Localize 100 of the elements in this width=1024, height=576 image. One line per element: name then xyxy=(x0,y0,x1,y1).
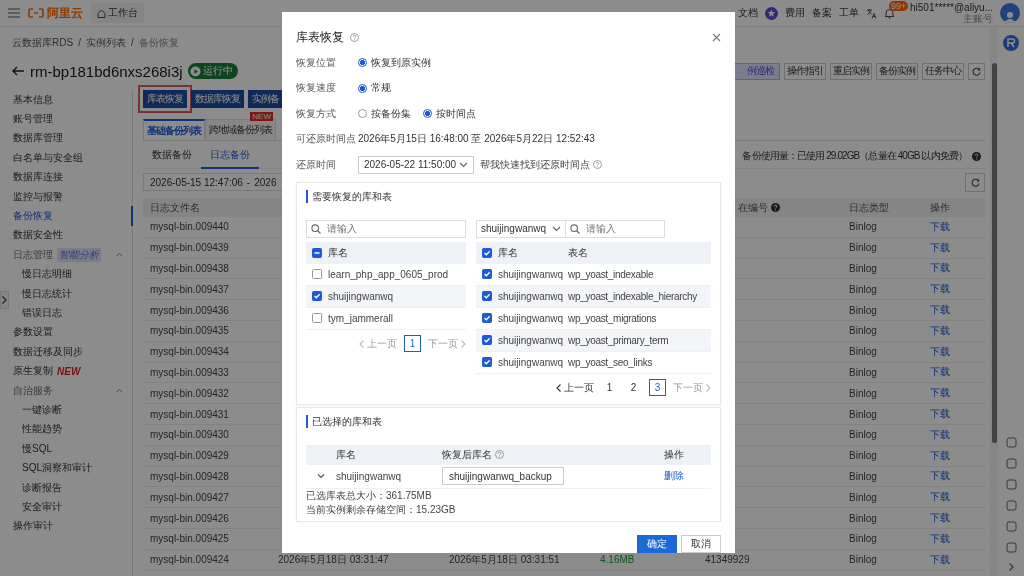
header-button[interactable]: 重启实例 xyxy=(830,62,872,80)
sub-tab[interactable]: 数据备份 xyxy=(143,143,201,169)
download-link[interactable]: 下载 xyxy=(923,341,985,363)
table-cell: Binlog xyxy=(842,217,923,238)
table-cell: mysql-bin.009437 xyxy=(143,279,271,301)
page-number[interactable]: 3 xyxy=(649,379,666,396)
sidebar-item[interactable]: 监控与报警 xyxy=(0,186,133,207)
column-header: 表名 xyxy=(568,245,588,260)
header-button[interactable]: 任务中心 xyxy=(922,62,964,80)
field-label: 恢复方式 xyxy=(296,106,337,121)
field-value: 2026年5月15日 16:48:00 至 2026年5月22日 12:52:43 xyxy=(358,132,595,147)
header-button[interactable]: 备份实例 xyxy=(876,62,918,80)
size-text: 已选库表总大小：361.75MB xyxy=(306,488,433,503)
nav-link[interactable]: 工单 xyxy=(839,6,859,20)
download-link[interactable]: 下载 xyxy=(923,404,985,425)
search-field[interactable]: 请输入 xyxy=(565,219,665,238)
sidebar-item[interactable]: SQL洞察和审计 xyxy=(0,458,133,478)
breadcrumb-link[interactable]: 实例列表 xyxy=(85,35,126,50)
confirm-button[interactable]: 确定 xyxy=(637,534,677,553)
column-header: 操作 xyxy=(664,447,685,462)
table-cell: Binlog xyxy=(842,508,923,529)
table-cell: mysql-bin.009426 xyxy=(143,508,271,529)
breadcrumb-separator: / xyxy=(78,37,81,48)
download-link[interactable]: 下载 xyxy=(923,383,985,405)
time-select[interactable]: 2026-05-22 11:50:00 xyxy=(358,155,474,174)
database-name: shuijingwanwq xyxy=(498,312,565,324)
breadcrumb-link[interactable]: 备份恢复 xyxy=(138,35,179,50)
sidebar-item[interactable]: 自治服务 xyxy=(0,380,133,401)
sidebar-item[interactable]: 参数设置 xyxy=(0,322,133,343)
column-header: 操作 xyxy=(923,198,985,217)
table-cell: mysql-bin.009435 xyxy=(143,321,271,342)
target-name-field[interactable]: shuijingwanwq_backup xyxy=(442,467,564,485)
search-field[interactable]: 请输入 xyxy=(306,219,466,238)
download-link[interactable]: 下载 xyxy=(923,508,985,529)
sidebar-item[interactable]: 白名单与安全组 xyxy=(0,148,133,168)
database-name: shuijingwanwq xyxy=(498,356,565,368)
download-link[interactable]: 下载 xyxy=(923,466,985,488)
breadcrumb-link[interactable]: 云数据库RDS xyxy=(12,35,74,50)
table-cell: mysql-bin.009436 xyxy=(143,300,271,321)
sidebar-item[interactable]: 操作审计 xyxy=(0,516,133,536)
download-link[interactable]: 下载 xyxy=(923,258,985,280)
download-link[interactable]: 下载 xyxy=(923,487,985,509)
table-name: wp_yoast_migrations xyxy=(568,312,657,324)
page-number[interactable]: 1 xyxy=(404,335,421,352)
instance-id: rm-bp181bd6nxs268i3j xyxy=(30,62,183,80)
download-link[interactable]: 下载 xyxy=(923,528,985,550)
sidebar-item[interactable]: 备份恢复 xyxy=(0,206,133,226)
header-button[interactable]: 操作指引 xyxy=(784,62,826,80)
action-button[interactable]: 数据库恢复 xyxy=(191,90,244,108)
download-link[interactable]: 下载 xyxy=(923,237,985,259)
tab[interactable]: 跨地域备份列表 xyxy=(205,119,276,140)
download-link[interactable]: 下载 xyxy=(923,300,985,321)
sidebar-item[interactable]: 数据安全性 xyxy=(0,225,133,246)
sidebar-item[interactable]: 一键诊断 xyxy=(0,400,133,420)
table-cell: Binlog xyxy=(842,404,923,425)
page-number[interactable]: 1 xyxy=(601,379,618,396)
table-name: wp_yoast_primary_term xyxy=(568,334,669,346)
nav-link[interactable]: 备案 xyxy=(812,6,832,20)
page-number[interactable]: 2 xyxy=(625,379,642,396)
table-cell: Binlog xyxy=(842,487,923,509)
download-link[interactable]: 下载 xyxy=(923,279,985,301)
workbench-button[interactable]: 工作台 xyxy=(91,3,144,23)
sub-tab[interactable]: 日志备份 xyxy=(201,143,259,169)
table-cell: mysql-bin.009430 xyxy=(143,424,271,446)
database-name: shuijingwanwq xyxy=(498,334,565,346)
field-label: 可还原时间点 xyxy=(296,132,357,147)
account-name[interactable]: hi501*****@aliyu... xyxy=(910,2,993,13)
sidebar-item[interactable]: 性能趋势 xyxy=(0,419,133,440)
cancel-button[interactable]: 取消 xyxy=(681,534,721,553)
sidebar-item[interactable]: 原生复制 NEW xyxy=(0,361,133,381)
delete-link[interactable]: 删除 xyxy=(664,469,684,483)
option-label: 按备份集 xyxy=(371,106,411,121)
download-link[interactable]: 下载 xyxy=(923,445,985,467)
download-link[interactable]: 下载 xyxy=(923,362,985,384)
sidebar-item[interactable]: 安全审计 xyxy=(0,497,133,517)
database-name: shuijingwanwq xyxy=(498,268,565,280)
table-cell: Binlog xyxy=(842,279,923,301)
column-header: 恢复后库名 xyxy=(442,447,492,462)
download-link[interactable]: 下载 xyxy=(923,424,985,446)
sidebar-item[interactable]: 诊断报告 xyxy=(0,477,133,498)
storage-text: 当前实例剩余存储空间：15.23GB xyxy=(306,502,457,517)
section-title: 已选择的库和表 xyxy=(306,414,711,428)
sidebar-item[interactable]: 数据库管理 xyxy=(0,128,133,149)
download-link[interactable]: 下载 xyxy=(923,549,985,571)
logo-text: 阿里云 xyxy=(47,4,83,22)
sidebar-item[interactable]: 慢SQL xyxy=(0,439,133,459)
column-header: 库名 xyxy=(336,447,357,462)
dialog-title: 库表恢复 xyxy=(296,28,344,46)
sidebar-item[interactable]: 数据迁移及同步 xyxy=(0,342,133,362)
download-link[interactable]: 下载 xyxy=(923,217,985,238)
notification-badge: 99+ xyxy=(889,0,909,11)
nav-link[interactable]: 费用 xyxy=(785,6,805,20)
nav-link[interactable]: 文档 xyxy=(738,6,758,20)
sidebar-item[interactable]: 账号管理 xyxy=(0,109,133,129)
sidebar-item[interactable]: 数据库连接 xyxy=(0,167,133,187)
download-link[interactable]: 下载 xyxy=(923,321,985,342)
sidebar-item[interactable]: 慢日志明细 xyxy=(0,264,133,284)
sidebar-item[interactable]: 基本信息 xyxy=(0,90,133,110)
tab[interactable]: 基础备份列表 xyxy=(143,119,205,140)
previous-page-button[interactable]: 上一页 xyxy=(556,380,594,395)
